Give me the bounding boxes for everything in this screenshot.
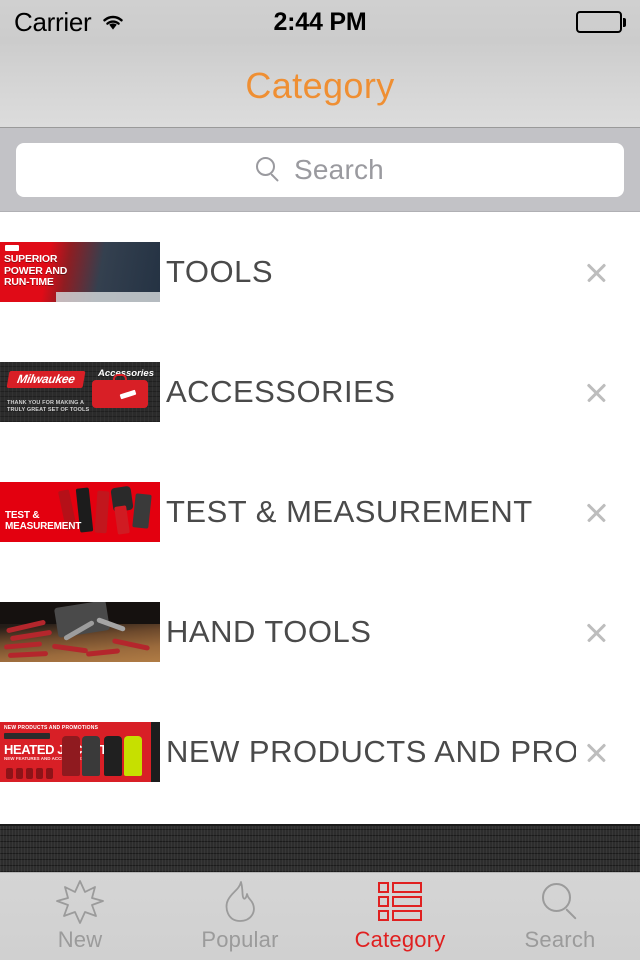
list-item[interactable]: HAND TOOLS bbox=[0, 572, 640, 692]
category-thumbnail-new-products: NEW PRODUCTS AND PROMOTIONS HEATED JACKE… bbox=[0, 722, 160, 782]
list-item[interactable]: TEST & MEASUREMENT TEST & MEASUREMENT bbox=[0, 452, 640, 572]
wifi-icon bbox=[100, 12, 126, 32]
category-thumbnail-accessories: Milwaukee Accessories THANK YOU FOR MAKI… bbox=[0, 362, 160, 422]
search-input[interactable]: Search bbox=[16, 142, 624, 197]
status-bar: Carrier 2:44 PM bbox=[0, 0, 640, 44]
search-icon bbox=[256, 156, 282, 183]
page-title: Category bbox=[245, 64, 395, 106]
flame-icon bbox=[212, 880, 268, 923]
list-item-label: NEW PRODUCTS AND PROMOT bbox=[166, 734, 576, 769]
tab-search[interactable]: Search bbox=[480, 873, 640, 960]
status-bar-left: Carrier bbox=[14, 7, 126, 38]
chevron-right-icon[interactable] bbox=[576, 489, 622, 535]
tab-label: Popular bbox=[201, 926, 279, 952]
thumbnail-text: NEW PRODUCTS AND PROMOTIONS bbox=[4, 725, 99, 731]
list-item-label: TOOLS bbox=[166, 254, 274, 289]
chevron-right-icon[interactable] bbox=[576, 609, 622, 655]
category-list[interactable]: SUPERIOR POWER AND RUN-TIME TOOLS Milwauke… bbox=[0, 212, 640, 824]
star-burst-icon bbox=[52, 879, 108, 924]
search-placeholder: Search bbox=[294, 153, 384, 185]
tab-category[interactable]: Category bbox=[320, 873, 480, 960]
app-screen: Carrier 2:44 PM Category Search SUPERIOR… bbox=[0, 0, 640, 960]
thumbnail-text: SUPERIOR POWER AND RUN-TIME bbox=[4, 253, 68, 288]
thumbnail-text: THANK YOU FOR MAKING A TRULY GREAT SET O… bbox=[7, 400, 90, 413]
search-icon bbox=[532, 881, 588, 923]
footer-texture-strip bbox=[0, 824, 640, 872]
tab-popular[interactable]: Popular bbox=[160, 873, 320, 960]
tab-label: New bbox=[57, 926, 103, 952]
list-item-label: TEST & MEASUREMENT bbox=[166, 494, 533, 529]
list-item[interactable]: Milwaukee Accessories THANK YOU FOR MAKI… bbox=[0, 332, 640, 452]
category-thumbnail-test-measurement: TEST & MEASUREMENT bbox=[0, 482, 160, 542]
chevron-right-icon[interactable] bbox=[576, 729, 622, 775]
chevron-right-icon[interactable] bbox=[576, 369, 622, 415]
category-thumbnail-tools: SUPERIOR POWER AND RUN-TIME bbox=[0, 242, 160, 302]
thumbnail-text: TEST & MEASUREMENT bbox=[5, 510, 82, 532]
chevron-right-icon[interactable] bbox=[576, 249, 622, 295]
battery-full-icon bbox=[576, 11, 622, 33]
search-bar-container: Search bbox=[0, 128, 640, 212]
category-thumbnail-hand-tools bbox=[0, 602, 160, 662]
status-bar-right bbox=[576, 11, 626, 33]
tab-bar: New Popular Category Search bbox=[0, 872, 640, 960]
tab-new[interactable]: New bbox=[0, 873, 160, 960]
list-item-label: ACCESSORIES bbox=[166, 374, 396, 409]
list-item-label: HAND TOOLS bbox=[166, 614, 372, 649]
list-item[interactable]: NEW PRODUCTS AND PROMOTIONS HEATED JACKE… bbox=[0, 692, 640, 812]
tab-label: Category bbox=[354, 926, 446, 952]
tab-label: Search bbox=[524, 926, 596, 952]
list-item[interactable]: SUPERIOR POWER AND RUN-TIME TOOLS bbox=[0, 212, 640, 332]
navigation-bar: Category bbox=[0, 44, 640, 128]
list-icon bbox=[372, 881, 428, 923]
battery-tip bbox=[623, 17, 626, 27]
carrier-label: Carrier bbox=[14, 6, 92, 37]
